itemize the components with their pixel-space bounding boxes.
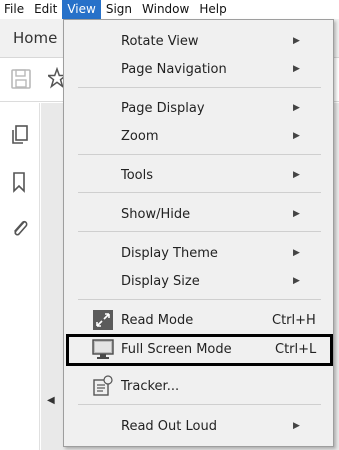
menu-separator <box>78 154 321 155</box>
menu-item-display-theme[interactable]: Display Theme ▶ <box>64 241 333 265</box>
menu-item-label: Read Mode <box>121 312 194 328</box>
chevron-right-icon: ▶ <box>293 209 300 219</box>
menu-window[interactable]: Window <box>137 0 194 19</box>
bookmark-icon[interactable] <box>10 171 28 193</box>
menu-item-label: Show/Hide <box>121 206 191 222</box>
menu-item-page-display[interactable]: Page Display ▶ <box>64 96 333 120</box>
menu-item-rotate-view[interactable]: Rotate View ▶ <box>64 29 333 53</box>
menu-item-shortcut: Ctrl+H <box>272 312 316 328</box>
menu-separator <box>78 87 321 88</box>
menu-item-label: Tools <box>121 167 154 183</box>
full-screen-highlight-box <box>66 334 333 366</box>
menu-separator <box>78 404 321 405</box>
menu-item-read-mode[interactable]: Read Mode Ctrl+H <box>64 308 333 332</box>
menu-separator <box>78 192 321 193</box>
chevron-right-icon: ▶ <box>293 64 300 74</box>
tab-home[interactable]: Home <box>13 29 57 47</box>
menu-item-show-hide[interactable]: Show/Hide ▶ <box>64 202 333 226</box>
view-menu-dropdown: Rotate View ▶ Page Navigation ▶ Page Dis… <box>63 19 334 447</box>
chevron-right-icon: ▶ <box>293 276 300 286</box>
tracker-icon <box>93 375 113 396</box>
menu-help[interactable]: Help <box>194 0 231 19</box>
menu-separator <box>78 231 321 232</box>
menu-item-label: Rotate View <box>121 33 199 49</box>
paperclip-icon[interactable] <box>10 216 30 240</box>
menu-item-read-out-loud[interactable]: Read Out Loud ▶ <box>64 414 333 438</box>
menu-sign[interactable]: Sign <box>101 0 137 19</box>
menu-item-label: Display Size <box>121 273 200 289</box>
chevron-right-icon: ▶ <box>293 170 300 180</box>
menu-item-zoom[interactable]: Zoom ▶ <box>64 124 333 148</box>
menu-item-label: Read Out Loud <box>121 418 217 434</box>
menu-item-display-size[interactable]: Display Size ▶ <box>64 269 333 293</box>
menu-item-label: Display Theme <box>121 245 218 261</box>
chevron-right-icon: ▶ <box>293 36 300 46</box>
chevron-right-icon: ▶ <box>293 131 300 141</box>
menu-item-label: Page Navigation <box>121 61 227 77</box>
menu-bar: File Edit View Sign Window Help <box>0 0 339 19</box>
menu-separator <box>78 299 321 300</box>
menu-view[interactable]: View <box>62 0 101 19</box>
menu-item-label: Tracker... <box>121 378 180 394</box>
menu-edit[interactable]: Edit <box>29 0 62 19</box>
menu-item-label: Zoom <box>121 128 159 144</box>
collapse-panel-icon[interactable]: ◀ <box>47 395 55 406</box>
app-window: File Edit View Sign Window Help Home ◀ R… <box>0 0 339 450</box>
chevron-right-icon: ▶ <box>293 103 300 113</box>
chevron-right-icon: ▶ <box>293 248 300 258</box>
left-panel <box>0 103 40 450</box>
save-icon[interactable] <box>10 68 32 90</box>
read-mode-icon <box>93 310 113 330</box>
menu-file[interactable]: File <box>0 0 29 19</box>
chevron-right-icon: ▶ <box>293 421 300 431</box>
menu-item-page-navigation[interactable]: Page Navigation ▶ <box>64 57 333 81</box>
menu-item-label: Page Display <box>121 100 205 116</box>
menu-item-tools[interactable]: Tools ▶ <box>64 163 333 187</box>
menu-item-tracker[interactable]: Tracker... <box>64 374 333 398</box>
pages-icon[interactable] <box>10 124 30 146</box>
